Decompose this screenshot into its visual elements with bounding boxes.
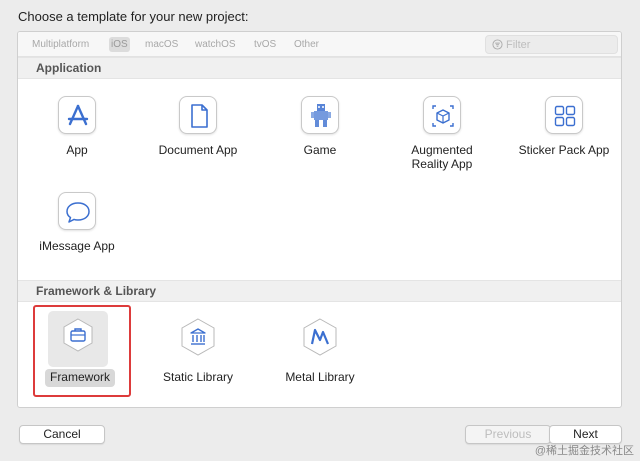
metal-icon: [301, 318, 339, 356]
template-label: Sticker Pack App: [518, 143, 610, 157]
sticker-grid-icon: [545, 96, 583, 134]
tab-watchos[interactable]: watchOS: [193, 37, 238, 52]
app-store-icon: [58, 96, 96, 134]
template-document-app[interactable]: Document App: [139, 87, 257, 179]
template-label: Game: [303, 143, 337, 157]
template-label: Static Library: [162, 370, 234, 384]
template-label: Framework: [49, 370, 110, 384]
template-label: iMessage App: [39, 239, 115, 253]
tab-macos[interactable]: macOS: [143, 37, 180, 52]
toolbox-icon: [59, 316, 97, 354]
filter-input[interactable]: [506, 36, 614, 53]
template-imessage-app[interactable]: iMessage App: [18, 183, 136, 275]
template-label: Augmented Reality App: [411, 143, 473, 171]
template-game[interactable]: Game: [261, 87, 379, 179]
tab-ios[interactable]: iOS: [109, 37, 130, 52]
section-header-framework-library: Framework & Library: [18, 280, 621, 302]
cancel-button[interactable]: Cancel: [19, 425, 105, 444]
document-icon: [179, 96, 217, 134]
template-label: Metal Library: [285, 370, 355, 384]
dialog-prompt: Choose a template for your new project:: [18, 9, 249, 24]
template-sticker-pack-app[interactable]: Sticker Pack App: [505, 87, 621, 179]
watermark: @稀土掘金技术社区: [534, 445, 634, 457]
message-bubble-icon: [58, 192, 96, 230]
template-app[interactable]: App: [18, 87, 136, 179]
section-header-application: Application: [18, 57, 621, 79]
template-augmented-reality-app[interactable]: Augmented Reality App: [383, 87, 501, 179]
library-building-icon: [179, 318, 217, 356]
game-icon: [301, 96, 339, 134]
platform-bar: Multiplatform iOS macOS watchOS tvOS Oth…: [18, 32, 621, 57]
tab-multiplatform[interactable]: Multiplatform: [30, 37, 91, 52]
template-framework[interactable]: Framework: [33, 305, 154, 401]
template-label: Document App: [158, 143, 238, 157]
template-static-library[interactable]: Static Library: [139, 309, 257, 401]
filter-field[interactable]: [485, 35, 618, 54]
ar-cube-icon: [423, 96, 461, 134]
filter-icon: [492, 39, 503, 50]
template-label: App: [66, 143, 88, 157]
template-panel: Multiplatform iOS macOS watchOS tvOS Oth…: [17, 31, 622, 408]
template-metal-library[interactable]: Metal Library: [261, 309, 379, 401]
tab-other[interactable]: Other: [292, 37, 321, 52]
tab-tvos[interactable]: tvOS: [252, 37, 278, 52]
